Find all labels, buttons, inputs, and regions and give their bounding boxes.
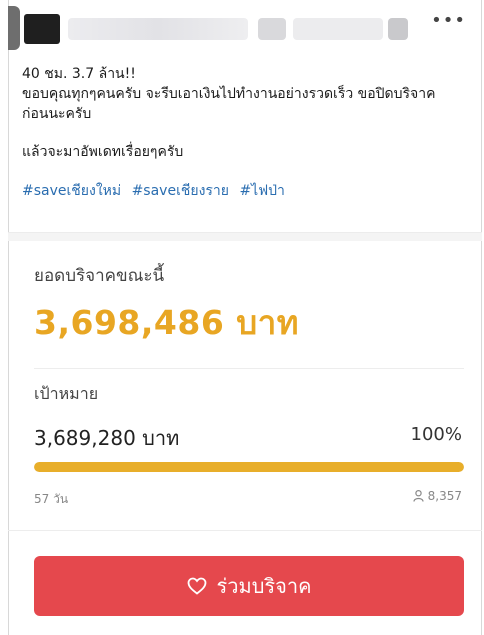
goal-amount: 3,689,280 บาท [34, 426, 180, 450]
current-donation-amount: 3,698,486 บาท [34, 303, 300, 342]
blurred-block [293, 18, 383, 40]
post-line: แล้วจะมาอัพเดทเรื่อยๆครับ [22, 144, 184, 160]
more-horizontal-icon[interactable]: ••• [431, 12, 466, 30]
donate-button-label: ร่วมบริจาค [216, 574, 312, 598]
hashtag-link[interactable]: #saveเชียงราย [132, 183, 229, 199]
post-line: ขอบคุณทุกๆคนครับ จะรีบเอาเงินไปทำงานอย่า… [22, 86, 436, 102]
post-line: ก่อนนะครับ [22, 106, 92, 122]
goal-label: เป้าหมาย [34, 384, 99, 403]
hashtag-link[interactable]: #saveเชียงใหม่ [22, 183, 121, 199]
hashtag-list: #saveเชียงใหม่ #saveเชียงราย #ไฟป่า [22, 180, 462, 202]
heart-icon [187, 577, 207, 595]
person-icon [413, 490, 424, 502]
avatar-edge [8, 6, 20, 50]
donor-count: 8,357 [413, 489, 462, 503]
hashtag-link[interactable]: #ไฟป่า [239, 183, 284, 199]
blurred-block [258, 18, 286, 40]
current-donation-label: ยอดบริจาคขณะนี้ [34, 266, 165, 286]
post-body: 40 ชม. 3.7 ล้าน!! ขอบคุณทุกๆคนครับ จะรีบ… [22, 64, 462, 202]
progress-bar [34, 462, 464, 472]
donate-button[interactable]: ร่วมบริจาค [34, 556, 464, 616]
post-header: ••• [8, 0, 482, 52]
progress-fill [34, 462, 464, 472]
post-line: 40 ชม. 3.7 ล้าน!! [22, 66, 136, 82]
divider [34, 368, 464, 369]
avatar[interactable] [24, 14, 60, 44]
section-divider [8, 232, 482, 241]
days-count: 57 วัน [34, 492, 69, 506]
blurred-block [388, 18, 408, 40]
divider [8, 530, 482, 531]
blurred-username [68, 18, 248, 40]
goal-percent: 100% [410, 424, 462, 445]
donor-count-value: 8,357 [427, 489, 462, 503]
